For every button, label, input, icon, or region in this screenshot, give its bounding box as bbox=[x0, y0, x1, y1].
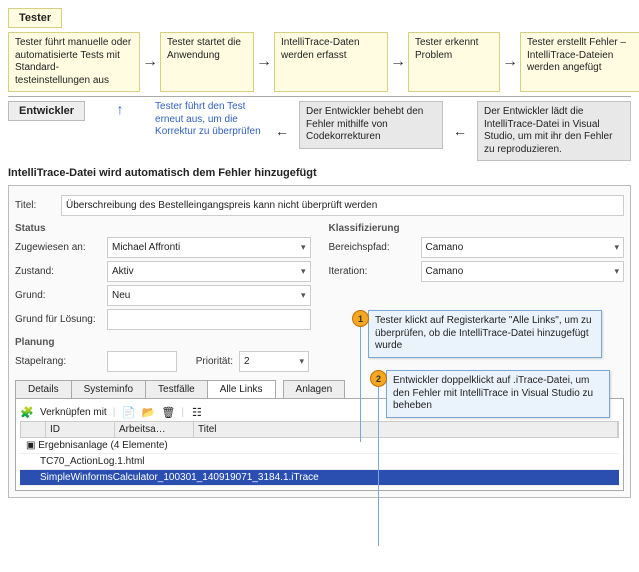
tab-alllinks[interactable]: Alle Links bbox=[207, 380, 276, 398]
flow-step-4: Tester erkennt Problem bbox=[408, 32, 500, 92]
grid-row-selected[interactable]: SimpleWinformsCalculator_100301_14091907… bbox=[20, 470, 619, 486]
linkwith-button[interactable]: Verknüpfen mit bbox=[40, 407, 107, 418]
stack-label: Stapelrang: bbox=[15, 356, 101, 367]
tester-role: Tester bbox=[8, 8, 62, 28]
arrow-left-icon: ← bbox=[275, 123, 289, 139]
flow-note: Tester führt den Test erneut aus, um die… bbox=[155, 101, 265, 139]
flow-step-3: IntelliTrace-Daten werden erfasst bbox=[274, 32, 388, 92]
new-icon[interactable]: 📄 bbox=[121, 405, 135, 419]
dev-step-fix: Der Entwickler behebt den Fehler mithilf… bbox=[299, 101, 443, 149]
title-field[interactable]: Überschreibung des Bestelleingangspreis … bbox=[61, 195, 624, 216]
resolve-field[interactable] bbox=[107, 309, 311, 330]
grid-group[interactable]: ▣ Ergebnisanlage (4 Elemente) bbox=[20, 438, 619, 454]
badge-2: 2 bbox=[370, 370, 387, 387]
reason-field[interactable]: Neu bbox=[107, 285, 311, 306]
resolve-label: Grund für Lösung: bbox=[15, 314, 101, 325]
iter-label: Iteration: bbox=[329, 266, 415, 277]
link-icon: 🧩 bbox=[20, 405, 34, 419]
flow-step-1: Tester führt manuelle oder automatisiert… bbox=[8, 32, 140, 92]
delete-icon[interactable]: 🗑 bbox=[161, 405, 175, 419]
status-section: Status bbox=[15, 223, 311, 234]
assigned-label: Zugewiesen an: bbox=[15, 242, 101, 253]
prio-field[interactable]: 2 bbox=[239, 351, 309, 372]
assigned-field[interactable]: Michael Affronti bbox=[107, 237, 311, 258]
grid-row[interactable]: TC70_ActionLog.1.html bbox=[20, 454, 619, 470]
tab-testcases[interactable]: Testfälle bbox=[145, 380, 208, 398]
open-icon[interactable]: 📂 bbox=[141, 405, 155, 419]
stack-field[interactable] bbox=[107, 351, 177, 372]
columns-icon[interactable]: ☷ bbox=[190, 405, 204, 419]
callout-2: Entwickler doppelklickt auf .iTrace-Date… bbox=[386, 370, 610, 418]
flow-step-5: Tester erstellt Fehler – IntelliTrace-Da… bbox=[520, 32, 639, 92]
arrow-up-icon: ↑ bbox=[95, 101, 145, 117]
prio-label: Priorität: bbox=[183, 356, 233, 367]
developer-role: Entwickler bbox=[8, 101, 85, 121]
connector-line bbox=[378, 378, 379, 546]
iter-field[interactable]: Camano bbox=[421, 261, 625, 282]
arrow-left-icon: ← bbox=[453, 123, 467, 139]
callout-1: Tester klickt auf Registerkarte "Alle Li… bbox=[368, 310, 602, 358]
area-field[interactable]: Camano bbox=[421, 237, 625, 258]
area-label: Bereichspfad: bbox=[329, 242, 415, 253]
grid-header: ID Arbeitsa… Titel bbox=[20, 421, 619, 438]
state-label: Zustand: bbox=[15, 266, 101, 277]
arrow-icon: → bbox=[502, 32, 518, 92]
dev-step-load: Der Entwickler lädt die IntelliTrace-Dat… bbox=[477, 101, 631, 161]
arrow-icon: → bbox=[256, 32, 272, 92]
flow-step-2: Tester startet die Anwendung bbox=[160, 32, 254, 92]
badge-1: 1 bbox=[352, 310, 369, 327]
state-field[interactable]: Aktiv bbox=[107, 261, 311, 282]
tab-sysinfo[interactable]: Systeminfo bbox=[71, 380, 146, 398]
tab-details[interactable]: Details bbox=[15, 380, 72, 398]
page-title: IntelliTrace-Datei wird automatisch dem … bbox=[8, 167, 631, 179]
arrow-icon: → bbox=[390, 32, 406, 92]
connector-line bbox=[360, 318, 361, 442]
arrow-icon: → bbox=[142, 32, 158, 92]
title-label: Titel: bbox=[15, 200, 55, 211]
class-section: Klassifizierung bbox=[329, 223, 625, 234]
reason-label: Grund: bbox=[15, 290, 101, 301]
tab-attachments[interactable]: Anlagen bbox=[283, 380, 346, 398]
